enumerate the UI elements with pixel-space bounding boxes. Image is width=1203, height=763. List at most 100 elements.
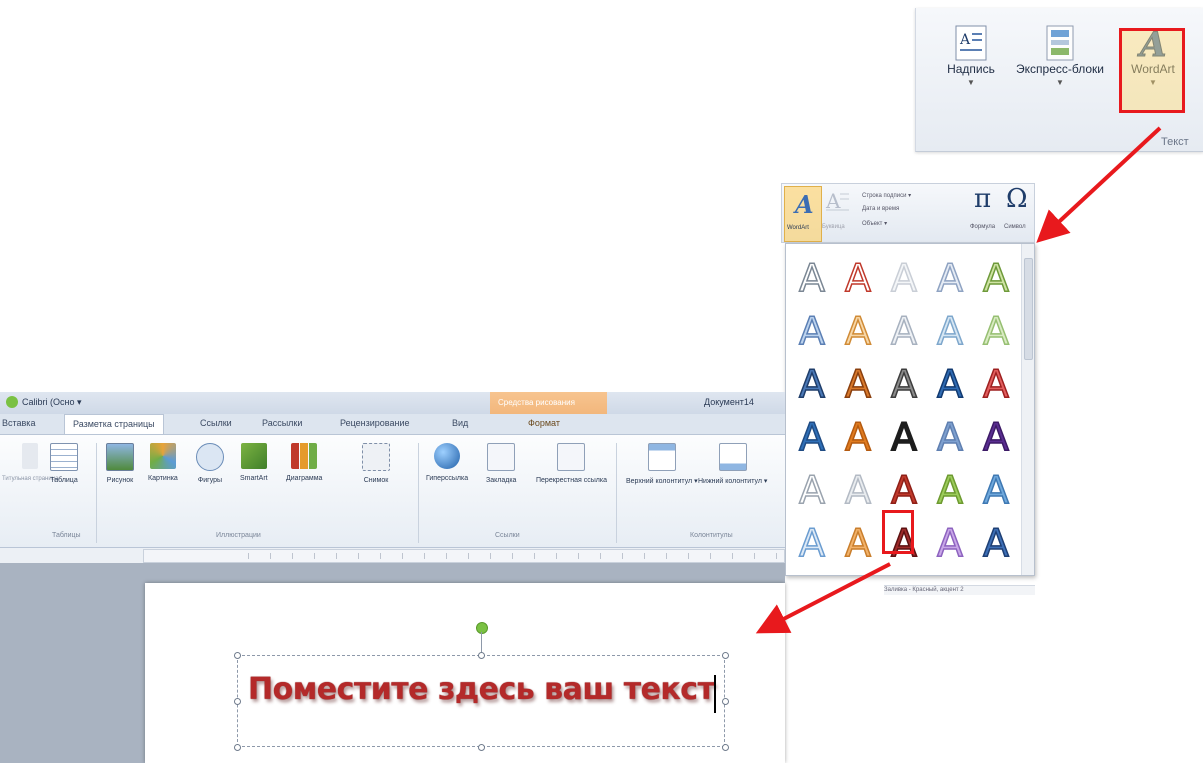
picture-icon	[106, 443, 134, 471]
wordart-button-mini[interactable]: A WordArt	[784, 186, 822, 242]
resize-handle[interactable]	[478, 744, 485, 751]
font-name-box[interactable]: Calibri (Осно ▾	[22, 397, 82, 408]
tab-page-layout[interactable]: Разметка страницы	[64, 414, 164, 434]
scroll-thumb[interactable]	[1024, 258, 1033, 360]
resize-handle[interactable]	[722, 698, 729, 705]
group-links: Ссылки	[495, 532, 520, 539]
resize-handle[interactable]	[722, 652, 729, 659]
wordart-style-option[interactable]: A	[790, 413, 834, 461]
tab-mailings[interactable]: Рассылки	[262, 418, 302, 428]
tab-insert[interactable]: Вставка	[2, 418, 35, 428]
text-box-button[interactable]: A Надпись ▼	[936, 24, 1006, 87]
drawing-tools-label: Средства рисования	[498, 398, 575, 407]
quick-parts-button[interactable]: Экспресс-блоки ▼	[1012, 24, 1108, 87]
group-label-text: Текст	[1161, 136, 1189, 148]
cross-reference-icon	[557, 443, 586, 471]
chart-icon	[291, 443, 318, 469]
screenshot-button[interactable]: Снимок	[362, 443, 390, 484]
wordart-style-option[interactable]: A	[836, 519, 880, 567]
gallery-scrollbar[interactable]	[1021, 244, 1034, 575]
shapes-button[interactable]: Фигуры	[196, 443, 224, 484]
wordart-style-option[interactable]: A	[928, 360, 972, 408]
resize-handle[interactable]	[234, 652, 241, 659]
date-time-item[interactable]: Дата и время	[862, 206, 899, 212]
picture-button[interactable]: Рисунок	[106, 443, 134, 484]
smartart-button[interactable]: SmartArt	[240, 443, 268, 482]
wordart-style-option[interactable]: A	[790, 519, 834, 567]
drop-cap-button[interactable]: A Буквица	[822, 186, 852, 240]
wordart-style-option[interactable]: A	[974, 519, 1018, 567]
wordart-style-option[interactable]: A	[790, 254, 834, 302]
wordart-style-option[interactable]: A	[790, 307, 834, 355]
footer-button[interactable]: Нижний колонтитул ▾	[698, 443, 767, 485]
rotation-handle[interactable]	[476, 622, 488, 634]
symbol-label: Символ	[1004, 224, 1026, 230]
shapes-icon	[196, 443, 224, 471]
quick-parts-label: Экспресс-блоки	[1016, 62, 1104, 76]
chevron-down-icon: ▼	[1056, 78, 1064, 87]
svg-text:A: A	[793, 190, 814, 215]
ribbon-tabs: Вставка Разметка страницы Ссылки Рассылк…	[0, 414, 785, 435]
clip-art-button[interactable]: Картинка	[148, 443, 178, 482]
bookmark-icon	[487, 443, 516, 471]
wordart-style-option[interactable]: A	[882, 360, 926, 408]
wordart-style-option[interactable]: A	[928, 307, 972, 355]
wordart-style-option[interactable]: A	[882, 254, 926, 302]
gallery-status-text: Заливка - Красный, акцент 2	[884, 585, 1035, 595]
rotation-handle-line	[481, 632, 482, 654]
wordart-style-option[interactable]: A	[836, 307, 880, 355]
text-caret	[714, 675, 716, 713]
horizontal-ruler[interactable]	[143, 549, 785, 563]
chart-button[interactable]: Диаграмма	[286, 443, 322, 482]
wordart-style-option[interactable]: A	[974, 466, 1018, 514]
wordart-style-option[interactable]: A	[836, 360, 880, 408]
wordart-style-option[interactable]: A	[974, 360, 1018, 408]
quick-access-toolbar: Calibri (Осно ▾ Документ14	[0, 392, 785, 414]
tab-review[interactable]: Рецензирование	[340, 418, 410, 428]
selected-style-highlight	[882, 510, 914, 554]
wordart-style-option[interactable]: A	[882, 413, 926, 461]
drop-cap-label: Буквица	[822, 224, 845, 230]
object-item[interactable]: Объект ▾	[862, 220, 887, 227]
cross-reference-button[interactable]: Перекрестная ссылка	[536, 443, 607, 484]
wordart-style-option[interactable]: A	[882, 307, 926, 355]
chevron-down-icon: ▼	[967, 78, 975, 87]
wordart-text[interactable]: Поместите здесь ваш текст	[248, 672, 715, 707]
signature-line-item[interactable]: Строка подписи ▾	[862, 192, 911, 199]
tab-format[interactable]: Формат	[528, 418, 560, 428]
wordart-style-option[interactable]: A	[974, 307, 1018, 355]
clip-art-icon	[149, 443, 176, 469]
wordart-style-option[interactable]: A	[836, 413, 880, 461]
group-headers-footers: Колонтитулы	[690, 532, 733, 539]
wordart-style-option[interactable]: A	[836, 254, 880, 302]
resize-handle[interactable]	[234, 698, 241, 705]
wordart-style-option[interactable]: A	[836, 466, 880, 514]
wordart-style-option[interactable]: A	[928, 413, 972, 461]
wordart-style-option[interactable]: A	[974, 254, 1018, 302]
pi-icon: π	[974, 184, 992, 214]
text-box-icon: A	[955, 25, 987, 61]
symbol-button[interactable]: Ω Символ	[1002, 184, 1032, 242]
wordart-style-option[interactable]: A	[790, 466, 834, 514]
group-illustrations: Иллюстрации	[216, 532, 261, 539]
resize-handle[interactable]	[478, 652, 485, 659]
resize-handle[interactable]	[722, 744, 729, 751]
equation-button[interactable]: π Формула	[968, 184, 998, 242]
table-button[interactable]: Таблица	[50, 443, 78, 484]
office-button-icon[interactable]	[6, 396, 18, 408]
wordart-style-option[interactable]: A	[928, 254, 972, 302]
wordart-style-option[interactable]: A	[882, 466, 926, 514]
wordart-style-option[interactable]: A	[928, 466, 972, 514]
hyperlink-button[interactable]: Гиперссылка	[426, 443, 468, 482]
wordart-style-option[interactable]: A	[790, 360, 834, 408]
drop-cap-icon: A	[825, 189, 849, 212]
bookmark-button[interactable]: Закладка	[486, 443, 516, 484]
header-button[interactable]: Верхний колонтитул ▾	[626, 443, 698, 485]
resize-handle[interactable]	[234, 744, 241, 751]
text-box-label: Надпись	[947, 62, 995, 76]
wordart-icon: A	[793, 190, 814, 215]
wordart-style-option[interactable]: A	[974, 413, 1018, 461]
tab-view[interactable]: Вид	[452, 418, 468, 428]
tab-references[interactable]: Ссылки	[200, 418, 232, 428]
wordart-style-option[interactable]: A	[928, 519, 972, 567]
